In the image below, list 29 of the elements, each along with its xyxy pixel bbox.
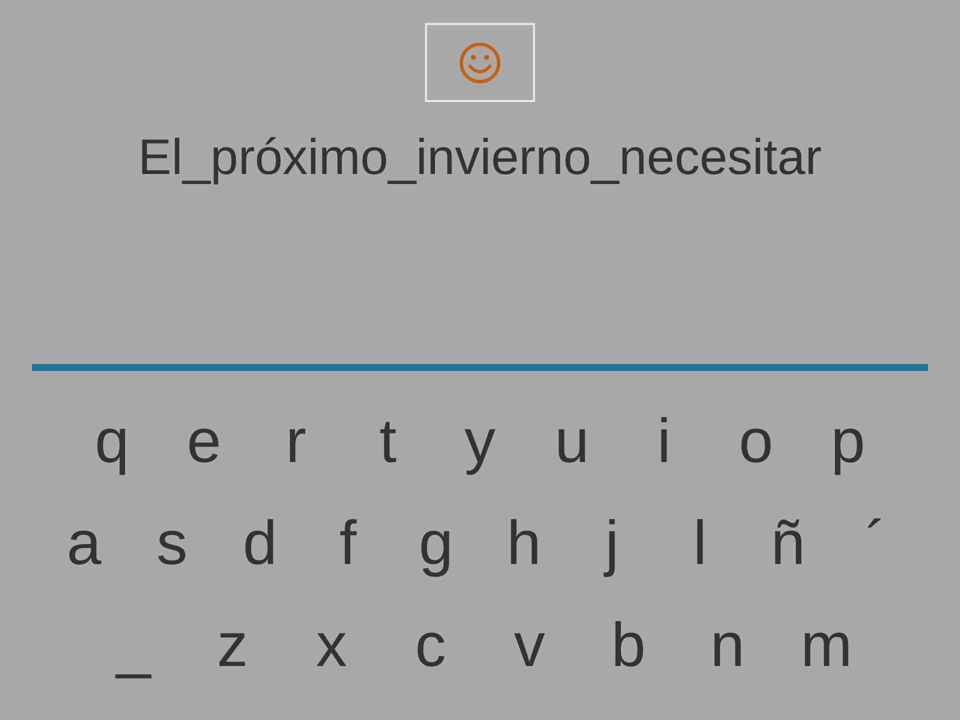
keyboard-key[interactable]: ´: [832, 509, 920, 579]
keyboard-key[interactable]: z: [183, 611, 282, 681]
keyboard-key[interactable]: u: [526, 407, 618, 477]
keyboard-key[interactable]: i: [618, 407, 710, 477]
keyboard-key[interactable]: y: [434, 407, 526, 477]
keyboard-key[interactable]: m: [777, 611, 876, 681]
keyboard-key[interactable]: r: [250, 407, 342, 477]
keyboard-key[interactable]: v: [480, 611, 579, 681]
keyboard-key[interactable]: g: [392, 509, 480, 579]
keyboard-key[interactable]: l: [656, 509, 744, 579]
keyboard-key[interactable]: o: [710, 407, 802, 477]
keyboard-key[interactable]: c: [381, 611, 480, 681]
keyboard-key[interactable]: h: [480, 509, 568, 579]
keyboard-key[interactable]: t: [342, 407, 434, 477]
keyboard-key[interactable]: e: [158, 407, 250, 477]
keyboard-key[interactable]: ñ: [744, 509, 832, 579]
keyboard-key[interactable]: j: [568, 509, 656, 579]
keyboard-key[interactable]: d: [216, 509, 304, 579]
keyboard-key[interactable]: n: [678, 611, 777, 681]
keyboard-key[interactable]: q: [66, 407, 158, 477]
keyboard-key[interactable]: a: [40, 509, 128, 579]
sentence-prompt: El_próximo_invierno_necesitar: [138, 128, 822, 187]
keyboard-key[interactable]: f: [304, 509, 392, 579]
keyboard-key[interactable]: b: [579, 611, 678, 681]
keyboard-key[interactable]: s: [128, 509, 216, 579]
keyboard-key[interactable]: p: [802, 407, 894, 477]
smiley-icon: [458, 40, 502, 84]
keyboard-key[interactable]: x: [282, 611, 381, 681]
keyboard-key[interactable]: _: [84, 611, 183, 681]
